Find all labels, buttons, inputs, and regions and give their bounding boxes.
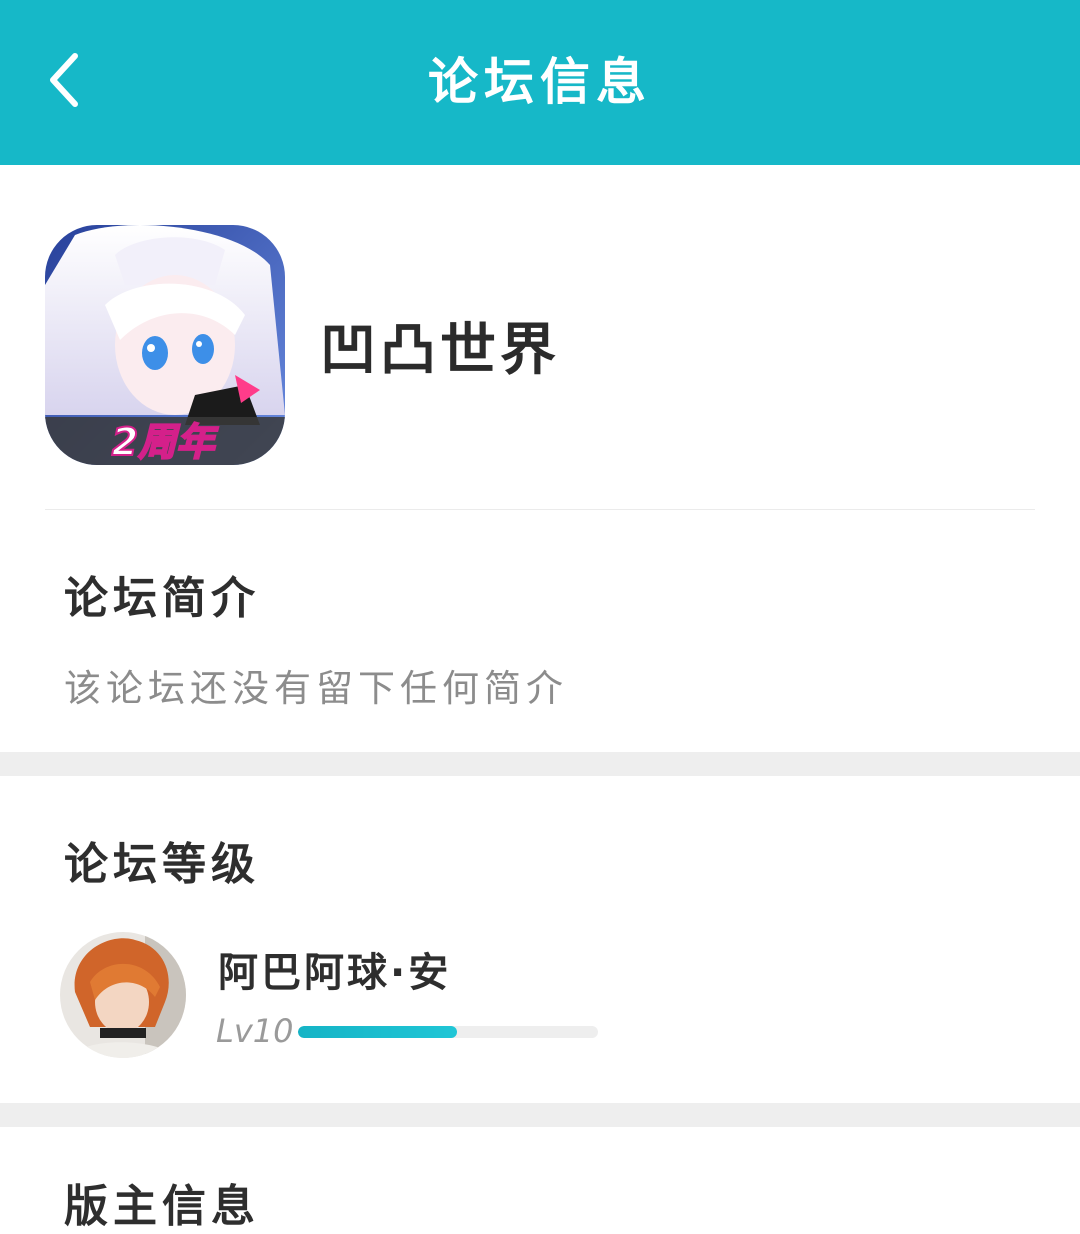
level-progress-fill bbox=[298, 1026, 457, 1038]
intro-section-title: 论坛简介 bbox=[64, 573, 260, 624]
level-progress-bar bbox=[298, 1026, 598, 1038]
moderator-section-title: 版主信息 bbox=[64, 1181, 260, 1232]
level-label: Lv10 bbox=[216, 1012, 294, 1050]
user-avatar[interactable] bbox=[60, 932, 186, 1058]
section-separator bbox=[0, 752, 1080, 776]
forum-header-card: 2周年 凹凸世界 bbox=[0, 165, 1080, 510]
divider bbox=[45, 509, 1035, 510]
user-name: 阿巴阿球·安 bbox=[218, 950, 452, 996]
forum-name: 凹凸世界 bbox=[320, 318, 560, 383]
intro-text: 该论坛还没有留下任何简介 bbox=[64, 667, 568, 710]
top-app-bar: 论坛信息 bbox=[0, 0, 1080, 165]
forum-avatar-image[interactable]: 2周年 bbox=[45, 225, 285, 465]
level-section-title: 论坛等级 bbox=[64, 839, 260, 890]
section-separator bbox=[0, 1103, 1080, 1127]
page-title: 论坛信息 bbox=[428, 53, 652, 111]
anniversary-badge-text: 2周年 bbox=[112, 420, 219, 464]
